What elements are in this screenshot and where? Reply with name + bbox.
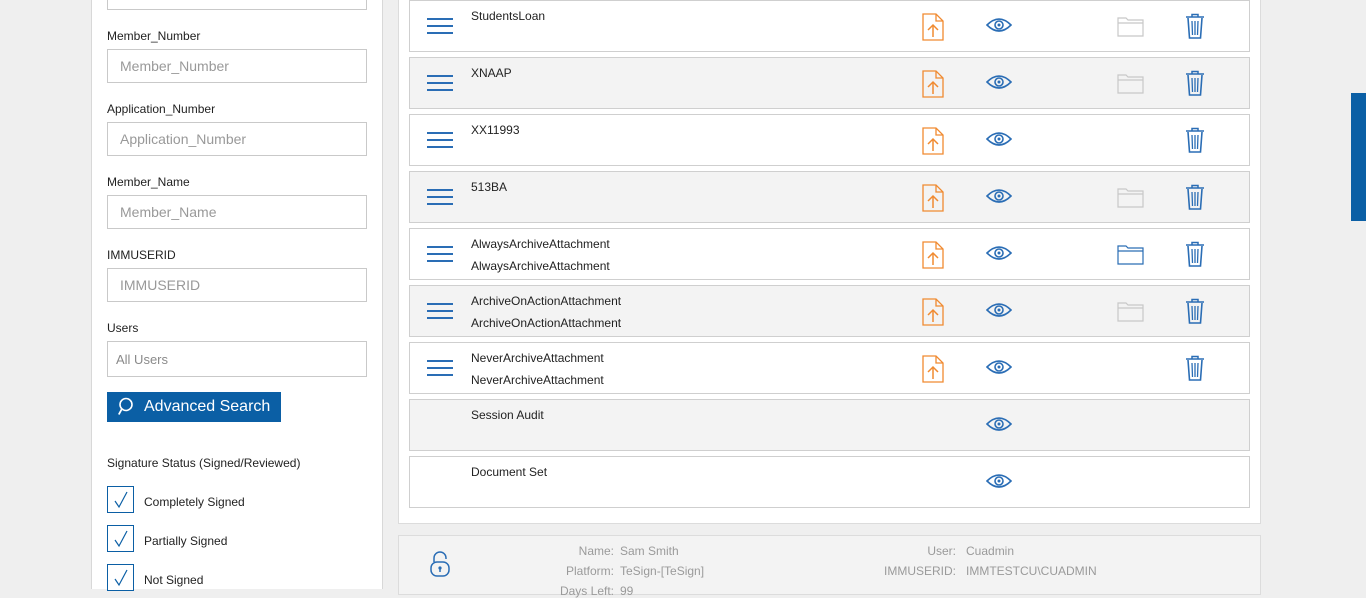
lock-icon[interactable] (430, 550, 450, 578)
document-title: NeverArchiveAttachment (471, 351, 604, 365)
member-name-input[interactable] (107, 195, 367, 229)
search-sidebar: Member_Number Application_Number Member_… (91, 0, 383, 591)
top-field-input[interactable] (107, 0, 367, 10)
drag-handle-icon[interactable] (427, 360, 453, 378)
member-number-label: Member_Number (107, 29, 201, 43)
checkmark-icon (114, 530, 128, 547)
view-icon[interactable] (985, 359, 1013, 380)
document-title: StudentsLoan (471, 9, 546, 23)
delete-icon[interactable] (1185, 127, 1205, 158)
platform-value: TeSign-[TeSign] (620, 564, 705, 578)
immuserid-footer-label: IMMUSERID: (884, 564, 956, 578)
session-info-footer: Name: Sam Smith Platform: TeSign-[TeSign… (398, 535, 1261, 598)
folder-icon (1117, 300, 1144, 327)
document-subtitle: NeverArchiveAttachment (471, 373, 604, 387)
upload-icon[interactable] (922, 298, 944, 331)
checkmark-icon (114, 569, 128, 586)
upload-icon[interactable] (922, 241, 944, 274)
document-row[interactable]: StudentsLoan (409, 0, 1250, 52)
upload-icon[interactable] (922, 184, 944, 217)
document-row[interactable]: 513BA (409, 171, 1250, 223)
not-signed-label: Not Signed (144, 572, 204, 587)
view-icon[interactable] (985, 17, 1013, 38)
document-title: Document Set (471, 465, 548, 479)
folder-icon (1117, 72, 1144, 99)
view-icon[interactable] (985, 245, 1013, 266)
name-value: Sam Smith (620, 544, 679, 558)
document-row[interactable]: Document Set (409, 456, 1250, 508)
application-number-label: Application_Number (107, 102, 216, 116)
immuserid-footer-value: IMMTESTCU\CUADMIN (966, 564, 1097, 578)
advanced-search-button[interactable]: Advanced Search (107, 392, 281, 422)
view-icon[interactable] (985, 74, 1013, 95)
completely-signed-label: Completely Signed (144, 494, 245, 509)
name-label: Name: (578, 544, 614, 558)
users-label: Users (107, 321, 139, 335)
signature-status-title: Signature Status (Signed/Reviewed) (107, 456, 301, 470)
drag-handle-icon[interactable] (427, 132, 453, 150)
view-icon[interactable] (985, 416, 1013, 437)
drag-handle-icon[interactable] (427, 18, 453, 36)
delete-icon[interactable] (1185, 241, 1205, 272)
users-select[interactable]: All Users (107, 341, 367, 377)
delete-icon[interactable] (1185, 184, 1205, 215)
user-label: User: (927, 544, 956, 558)
document-row[interactable]: AlwaysArchiveAttachment AlwaysArchiveAtta… (409, 228, 1250, 280)
document-title: AlwaysArchiveAttachment (471, 237, 610, 251)
view-icon[interactable] (985, 473, 1013, 494)
drag-handle-icon[interactable] (427, 246, 453, 264)
days-left-value: 99 (620, 584, 634, 598)
document-title: 513BA (471, 180, 508, 194)
application-number-input[interactable] (107, 122, 367, 156)
not-signed-option[interactable]: Not Signed (107, 564, 203, 591)
partially-signed-label: Partially Signed (144, 533, 228, 548)
upload-icon[interactable] (922, 127, 944, 160)
platform-label: Platform: (565, 564, 614, 578)
upload-icon[interactable] (922, 70, 944, 103)
advanced-search-label: Advanced Search (144, 398, 271, 415)
document-row[interactable]: XNAAP (409, 57, 1250, 109)
member-name-label: Member_Name (107, 175, 190, 189)
document-title: Session Audit (471, 408, 544, 422)
member-number-input[interactable] (107, 49, 367, 83)
view-icon[interactable] (985, 188, 1013, 209)
partially-signed-option[interactable]: Partially Signed (107, 525, 227, 552)
delete-icon[interactable] (1185, 355, 1205, 386)
folder-icon (1117, 186, 1144, 213)
document-title: XX11993 (471, 123, 520, 137)
immuserid-label: IMMUSERID (107, 248, 176, 262)
document-row[interactable]: NeverArchiveAttachment NeverArchiveAttach… (409, 342, 1250, 394)
days-left-label: Days Left: (559, 584, 614, 598)
user-value: Cuadmin (966, 544, 1015, 558)
view-icon[interactable] (985, 131, 1013, 152)
search-icon (118, 397, 133, 415)
folder-icon (1117, 15, 1144, 42)
view-icon[interactable] (985, 302, 1013, 323)
side-panel-tab[interactable] (1351, 93, 1366, 221)
completely-signed-option[interactable]: Completely Signed (107, 486, 245, 513)
upload-icon[interactable] (922, 355, 944, 388)
delete-icon[interactable] (1185, 298, 1205, 329)
document-subtitle: AlwaysArchiveAttachment (471, 259, 610, 273)
document-row[interactable]: XX11993 (409, 114, 1250, 166)
drag-handle-icon[interactable] (427, 75, 453, 93)
drag-handle-icon[interactable] (427, 189, 453, 207)
document-title: XNAAP (471, 66, 512, 80)
immuserid-input[interactable] (107, 268, 367, 302)
upload-icon[interactable] (922, 13, 944, 46)
document-row[interactable]: Session Audit (409, 399, 1250, 451)
folder-icon[interactable] (1117, 243, 1144, 270)
document-title: ArchiveOnActionAttachment (471, 294, 622, 308)
document-row[interactable]: ArchiveOnActionAttachment ArchiveOnAction… (409, 285, 1250, 337)
completely-signed-checkbox[interactable] (107, 486, 134, 513)
not-signed-checkbox[interactable] (107, 564, 134, 591)
delete-icon[interactable] (1185, 13, 1205, 44)
document-subtitle: ArchiveOnActionAttachment (471, 316, 622, 330)
checkmark-icon (114, 491, 128, 508)
delete-icon[interactable] (1185, 70, 1205, 101)
drag-handle-icon[interactable] (427, 303, 453, 321)
partially-signed-checkbox[interactable] (107, 525, 134, 552)
